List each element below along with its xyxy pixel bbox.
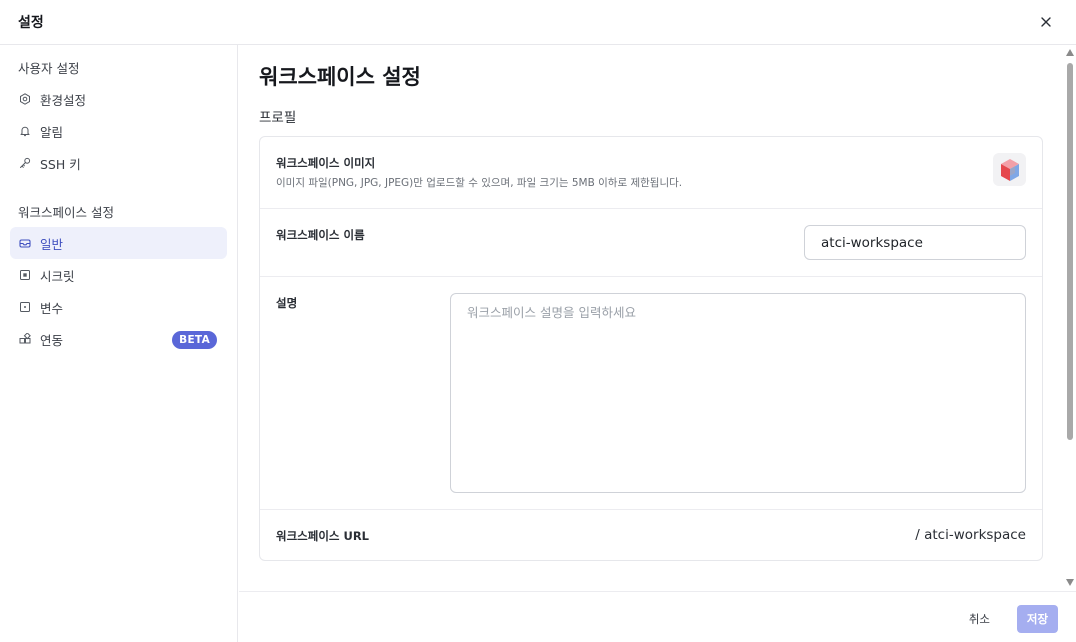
workspace-logo[interactable]	[993, 153, 1026, 186]
page-title: 워크스페이스 설정	[259, 65, 421, 89]
workspace-image-row: 워크스페이스 이미지 이미지 파일(PNG, JPG, JPEG)만 업로드할 …	[260, 137, 1042, 209]
sidebar-item-secrets[interactable]: 시크릿	[10, 259, 227, 291]
inbox-icon	[18, 236, 32, 250]
sidebar-item-label: 시크릿	[40, 268, 75, 284]
description-textarea[interactable]	[450, 293, 1026, 493]
scroll-up-arrow-icon[interactable]	[1066, 49, 1074, 56]
workspace-name-label: 워크스페이스 이름	[276, 228, 365, 242]
profile-heading: 프로필	[259, 110, 297, 126]
close-icon[interactable]	[1036, 12, 1056, 32]
sidebar-item-label: 일반	[40, 236, 64, 252]
description-row: 설명	[260, 277, 1042, 510]
workspace-image-desc: 이미지 파일(PNG, JPG, JPEG)만 업로드할 수 있으며, 파일 크…	[276, 177, 683, 189]
profile-card: 워크스페이스 이미지 이미지 파일(PNG, JPG, JPEG)만 업로드할 …	[259, 136, 1043, 561]
sidebar-item-label: 연동	[40, 332, 64, 348]
sidebar-item-label: SSH 키	[40, 156, 81, 172]
sidebar-item-label: 알림	[40, 124, 64, 140]
dialog-title: 설정	[18, 15, 44, 31]
key-icon	[18, 156, 32, 170]
sidebar-item-general[interactable]: 일반	[10, 227, 227, 259]
sidebar-item-preferences[interactable]: 환경설정	[10, 83, 227, 115]
sidebar-item-integrations[interactable]: 연동 BETA	[10, 323, 227, 355]
variable-box-icon	[18, 300, 32, 314]
user-settings-section: 사용자 설정	[18, 60, 80, 76]
settings-sidebar: 사용자 설정 환경설정 알림 SSH 키 워크스페이스 설정 일반 시크릿 변수…	[0, 45, 238, 642]
integration-icon	[18, 332, 32, 346]
workspace-name-input[interactable]	[804, 225, 1026, 260]
sidebar-item-label: 변수	[40, 300, 64, 316]
main-scrollbar[interactable]	[1064, 45, 1076, 591]
dialog-header: 설정	[0, 0, 1076, 45]
scroll-down-arrow-icon[interactable]	[1066, 579, 1074, 586]
sidebar-item-variables[interactable]: 변수	[10, 291, 227, 323]
workspace-name-row: 워크스페이스 이름	[260, 209, 1042, 277]
bell-icon	[18, 124, 32, 138]
workspace-url-label: 워크스페이스 URL	[276, 529, 370, 543]
sidebar-item-notifications[interactable]: 알림	[10, 115, 227, 147]
dialog-footer: 취소 저장	[239, 591, 1076, 642]
main-content: 워크스페이스 설정 프로필 워크스페이스 이미지 이미지 파일(PNG, JPG…	[239, 45, 1076, 591]
sidebar-item-ssh-keys[interactable]: SSH 키	[10, 147, 227, 179]
scroll-thumb[interactable]	[1067, 63, 1073, 440]
workspace-url-value: / atci-workspace	[915, 527, 1026, 543]
save-button[interactable]: 저장	[1017, 605, 1058, 633]
workspace-settings-section: 워크스페이스 설정	[18, 204, 114, 220]
description-label: 설명	[276, 296, 298, 310]
workspace-image-label: 워크스페이스 이미지	[276, 156, 376, 170]
cancel-button[interactable]: 취소	[959, 605, 1000, 633]
sidebar-item-label: 환경설정	[40, 92, 87, 108]
beta-badge: BETA	[172, 331, 217, 349]
workspace-url-row: 워크스페이스 URL / atci-workspace	[260, 510, 1042, 560]
gear-icon	[18, 92, 32, 106]
secret-box-icon	[18, 268, 32, 282]
